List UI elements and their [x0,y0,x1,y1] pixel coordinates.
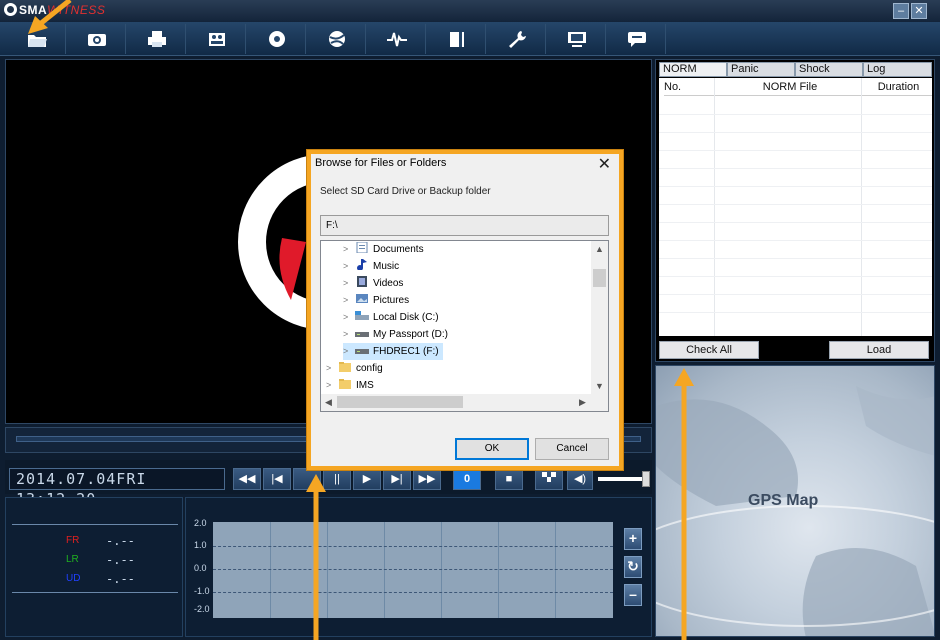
app-window: SMAWITNESS – ✕ 2014.07.04FRI ◀◀ |◀ || ▶ … [0,0,940,640]
annotation-arrowhead [674,368,694,386]
annotation-overlay [28,0,694,640]
annotation-arrowhead [306,474,326,492]
annotation-arrow [38,0,72,26]
